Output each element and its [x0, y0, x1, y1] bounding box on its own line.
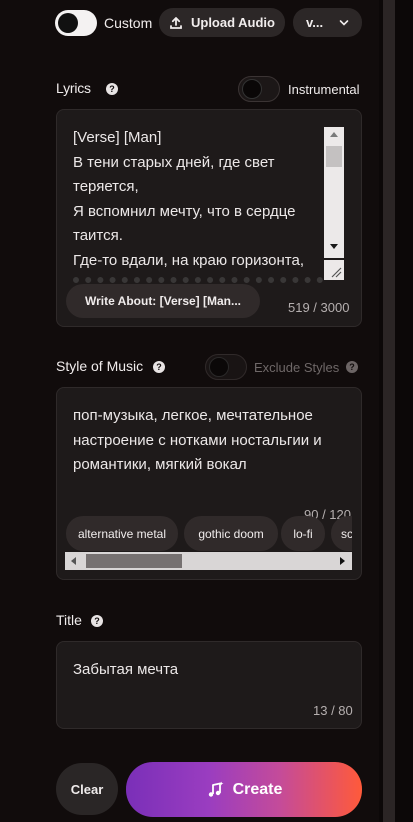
title-input[interactable]: Забытая мечта — [73, 658, 178, 683]
style-tag-chip[interactable]: alternative metal — [66, 516, 178, 551]
scroll-down-arrow-icon[interactable] — [330, 244, 338, 249]
style-help-icon[interactable]: ? — [153, 361, 165, 373]
style-tag-chip[interactable]: lo-fi — [281, 516, 325, 551]
lyrics-textarea[interactable]: [Verse] [Man] В тени старых дней, где св… — [73, 126, 323, 276]
style-line: романтики, мягкий вокал — [73, 456, 247, 473]
lyrics-scroll-thumb[interactable] — [326, 146, 342, 167]
lyrics-line: В тени старых дней, где свет — [73, 153, 275, 171]
upload-audio-label: Upload Audio — [190, 15, 275, 30]
lyrics-line: Я вспомнил мечту, что в сердце — [73, 202, 296, 220]
lyrics-line: Где-то вдали, на краю горизонта, — [73, 251, 304, 269]
scroll-up-arrow-icon[interactable] — [330, 132, 338, 137]
lyrics-help-icon[interactable]: ? — [106, 83, 118, 95]
lyrics-line: таится. — [73, 227, 123, 244]
version-label: v... — [306, 15, 324, 30]
instrumental-toggle[interactable] — [238, 76, 280, 102]
style-line: настроение с нотками ностальгии и — [73, 431, 322, 449]
scroll-left-arrow-icon[interactable] — [71, 557, 76, 565]
style-textarea[interactable]: поп-музыка, легкое, мечтательное настрое… — [73, 404, 353, 478]
chevron-down-icon — [339, 19, 349, 26]
title-counter: 13 / 80 — [313, 703, 353, 718]
exclude-styles-label: Exclude Styles — [254, 360, 340, 375]
clear-label: Clear — [70, 781, 104, 797]
style-tag-chip[interactable]: sc — [331, 516, 352, 551]
style-line: поп-музыка, легкое, мечтательное — [73, 407, 313, 424]
music-note-icon — [208, 781, 224, 797]
upload-audio-button[interactable]: Upload Audio — [159, 8, 285, 37]
instrumental-label: Instrumental — [288, 82, 360, 97]
title-heading: Title — [56, 612, 82, 628]
lyrics-overflow-line — [73, 277, 323, 283]
style-tag-chip[interactable]: gothic doom — [184, 516, 278, 551]
scroll-right-arrow-icon[interactable] — [340, 557, 345, 565]
style-tags-row: alternative metal gothic doom lo-fi sc — [65, 516, 352, 552]
custom-toggle[interactable] — [55, 10, 97, 36]
tags-scroll-thumb[interactable] — [86, 554, 182, 568]
lyrics-counter: 519 / 3000 — [288, 300, 350, 315]
version-select[interactable]: v... — [293, 8, 362, 37]
upload-icon — [170, 16, 182, 29]
lyrics-line: [Verse] [Man] — [73, 129, 162, 146]
exclude-help-icon[interactable]: ? — [346, 361, 358, 373]
lyrics-line: теряется, — [73, 178, 139, 195]
write-about-chip[interactable]: Write About: [Verse] [Man... — [66, 284, 260, 318]
exclude-styles-toggle[interactable] — [205, 354, 247, 380]
page-scrollbar[interactable] — [383, 0, 395, 822]
custom-label: Custom — [104, 15, 153, 31]
style-heading: Style of Music — [56, 358, 144, 374]
create-label: Create — [232, 780, 283, 798]
resize-handle-icon[interactable] — [324, 260, 344, 280]
create-button[interactable]: Create — [126, 762, 362, 817]
lyrics-heading: Lyrics — [56, 80, 91, 96]
clear-button[interactable]: Clear — [56, 763, 118, 815]
title-help-icon[interactable]: ? — [91, 615, 103, 627]
